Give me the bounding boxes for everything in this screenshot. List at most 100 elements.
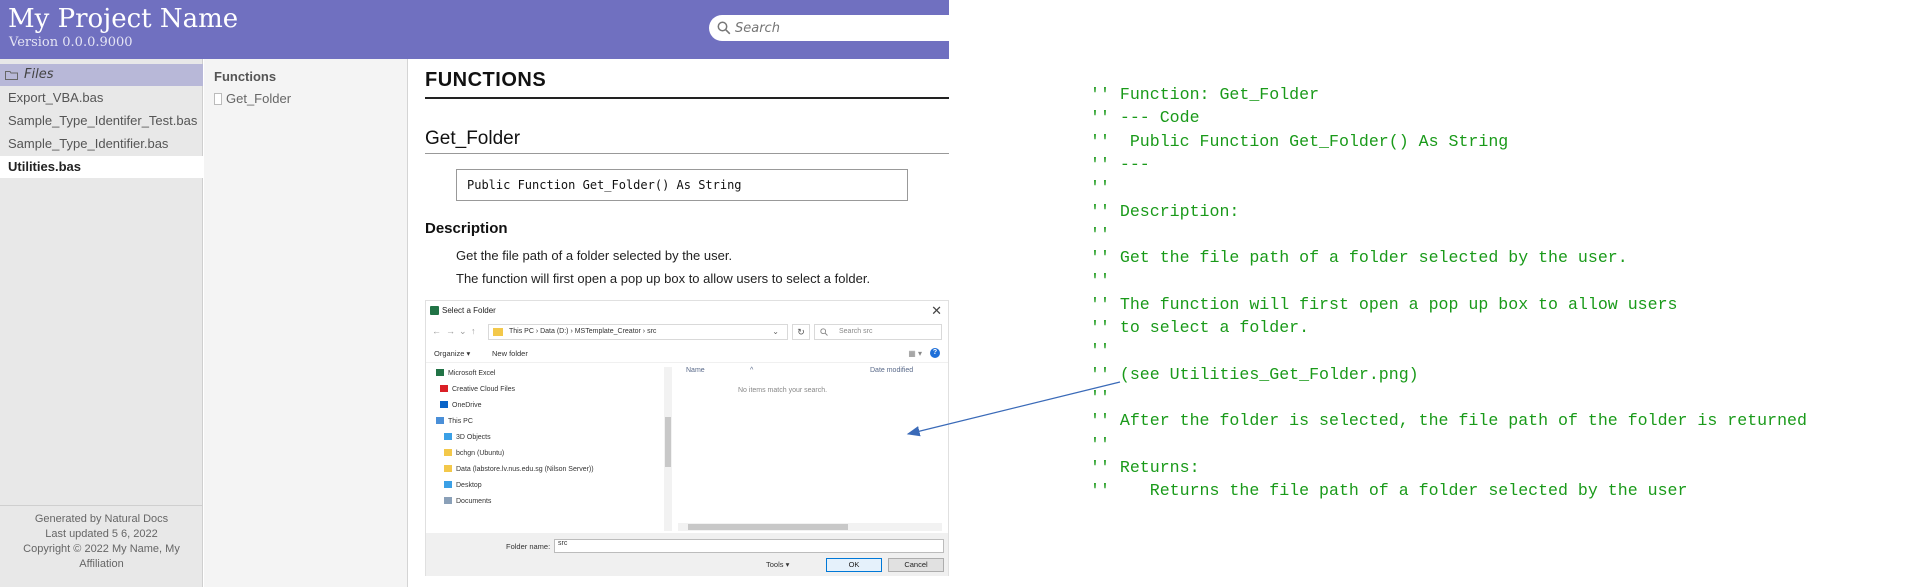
dialog-toolbar: Organize ▾ New folder ▦ ▾ ? <box>426 345 948 363</box>
function-title: Get_Folder <box>425 128 949 154</box>
comment-line: '' to select a folder. <box>1090 318 1310 337</box>
dialog-nav-item: Data (labstore.lv.nus.edu.sg (Nilson Ser… <box>444 465 594 477</box>
comment-line: '' <box>1090 341 1110 361</box>
scrollbar-thumb <box>665 417 671 467</box>
description-paragraph: The function will first open a pop up bo… <box>456 271 871 286</box>
folder-icon <box>5 71 18 80</box>
ok-button: OK <box>826 558 882 572</box>
dialog-nav-item: Microsoft Excel <box>436 369 495 381</box>
dialog-nav-item-label: Desktop <box>456 482 482 489</box>
refresh-icon: ↻ <box>792 324 810 340</box>
close-icon: ✕ <box>931 303 942 318</box>
documents-icon <box>444 497 452 504</box>
comment-line: '' (see Utilities_Get_Folder.png) <box>1090 364 1419 384</box>
search-input[interactable] <box>735 19 940 37</box>
source-comment-panel: '' Function: Get_Folder '' --- Code '' Pub… <box>1090 85 1932 505</box>
comment-line: '' Returns: <box>1090 457 1200 477</box>
menu-item-file[interactable]: Sample_Type_Identifier.bas <box>0 133 203 155</box>
dialog-nav-item: Documents <box>444 497 491 509</box>
help-icon: ? <box>930 348 940 358</box>
footer-generated-by[interactable]: Generated by Natural Docs <box>0 512 203 527</box>
organize-button: Organize ▾ <box>434 349 471 358</box>
column-header-name: Name <box>686 367 705 374</box>
address-path: This PC › Data (D:) › MSTemplate_Creator… <box>509 328 657 335</box>
search-box[interactable] <box>709 15 949 41</box>
menu-footer: Generated by Natural Docs Last updated 5… <box>0 505 203 587</box>
comment-line: '' --- Code <box>1090 108 1200 128</box>
creative-cloud-icon <box>440 385 448 392</box>
comment-line: '' Get the file path of a folder selecte… <box>1090 248 1628 268</box>
function-prototype: Public Function Get_Folder() As String <box>456 169 908 201</box>
cancel-button: Cancel <box>888 558 944 572</box>
summary-panel: Functions Get_Folder <box>204 59 408 587</box>
column-header-date-modified: Date modified <box>870 367 914 374</box>
comment-line: '' The function will first open a pop up… <box>1090 294 1678 314</box>
vertical-scrollbar <box>664 367 672 531</box>
description-heading: Description <box>425 220 508 237</box>
3d-objects-icon <box>444 433 452 440</box>
content-panel: FUNCTIONS Get_Folder Public Function Get… <box>409 59 949 587</box>
chevron-down-icon: ⌄ <box>459 326 467 336</box>
dialog-nav-item: bchgn (Ubuntu) <box>444 449 504 461</box>
dialog-file-pane: Name ^ Date modified No items match your… <box>676 365 948 531</box>
dialog-footer: Folder name: src Tools ▾ OK Cancel <box>426 533 948 576</box>
search-icon <box>717 21 731 35</box>
dialog-nav-item-label: bchgn (Ubuntu) <box>456 450 505 457</box>
horizontal-scrollbar <box>678 523 942 531</box>
folder-dialog-image: Select a Folder ✕ ← → ⌄ ↑ This PC › Data… <box>425 300 949 576</box>
dialog-nav-item-label: This PC <box>448 418 473 425</box>
dialog-nav-item-label: Documents <box>456 498 492 505</box>
dialog-nav-item-label: Creative Cloud Files <box>452 386 516 393</box>
dialog-nav-item: This PC <box>436 417 473 429</box>
comment-line: '' Description: <box>1090 201 1240 221</box>
comment-line: '' --- <box>1090 154 1150 174</box>
dialog-nav-item: 3D Objects <box>444 433 491 445</box>
file-menu: Files Export_VBA.bas Sample_Type_Identife… <box>0 59 203 587</box>
excel-icon <box>436 369 444 376</box>
menu-item-file[interactable]: Sample_Type_Identifer_Test.bas <box>0 110 203 132</box>
view-options-icon: ▦ ▾ <box>908 349 922 358</box>
project-title[interactable]: My Project Name <box>8 4 238 34</box>
new-folder-button: New folder <box>492 349 528 358</box>
computer-icon <box>436 417 444 424</box>
comment-line: '' <box>1090 434 1110 454</box>
dialog-nav-item: Desktop <box>444 481 482 493</box>
empty-search-message: No items match your search. <box>738 387 828 394</box>
dialog-nav-item-label: Data (labstore.lv.nus.edu.sg (Nilson Ser… <box>456 466 594 473</box>
dialog-address-bar: ← → ⌄ ↑ This PC › Data (D:) › MSTemplate… <box>426 323 948 341</box>
sort-arrow-icon: ^ <box>750 367 754 374</box>
dialog-nav-item: OneDrive <box>440 401 482 413</box>
forward-arrow-icon: → <box>446 326 455 336</box>
folder-name-field: src <box>554 539 944 553</box>
project-version: Version 0.0.0.9000 <box>9 35 133 50</box>
network-folder-icon <box>444 449 452 456</box>
description-paragraph: Get the file path of a folder selected b… <box>456 248 733 263</box>
page-header: My Project Name Version 0.0.0.9000 <box>0 0 949 59</box>
scrollbar-thumb <box>688 524 848 530</box>
comment-line: '' <box>1090 387 1110 407</box>
up-arrow-icon: ↑ <box>471 326 476 336</box>
section-heading: FUNCTIONS <box>425 69 949 99</box>
chevron-down-icon: ⌄ <box>772 327 779 336</box>
menu-section-label: Files <box>24 67 54 82</box>
tools-button: Tools ▾ <box>766 560 790 569</box>
dialog-search-placeholder: Search src <box>839 328 873 335</box>
document-icon <box>214 93 222 105</box>
screenshot-root: My Project Name Version 0.0.0.9000 Files… <box>0 0 1932 587</box>
summary-entry-get-folder[interactable]: Get_Folder <box>214 88 291 106</box>
comment-line: '' Public Function Get_Folder() As Strin… <box>1090 131 1509 151</box>
dialog-title: Select a Folder <box>442 306 496 315</box>
back-arrow-icon: ← <box>432 326 441 336</box>
footer-last-updated: Last updated 5 6, 2022 <box>45 528 158 540</box>
excel-app-icon <box>430 306 439 315</box>
menu-item-file[interactable]: Utilities.bas <box>0 156 203 178</box>
comment-line: '' <box>1090 224 1110 244</box>
dialog-nav-item-label: OneDrive <box>452 402 482 409</box>
folder-icon <box>493 328 503 336</box>
dialog-nav-item-label: 3D Objects <box>456 434 491 441</box>
comment-line: '' <box>1090 178 1110 198</box>
menu-section-files[interactable]: Files <box>0 64 203 86</box>
summary-entry-label: Get_Folder <box>226 91 292 106</box>
menu-item-file[interactable]: Export_VBA.bas <box>0 87 203 109</box>
footer-copyright-line2: Affiliation <box>79 558 124 570</box>
